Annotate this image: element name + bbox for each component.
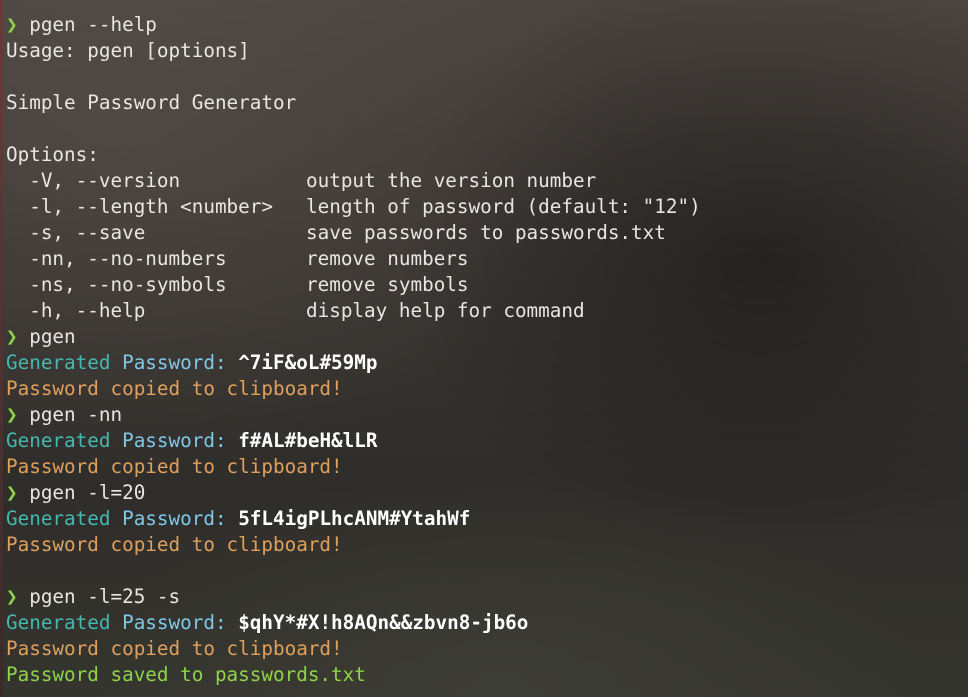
generated-password: 5fL4igPLhcANM#YtahWf [238,507,471,530]
generated-label: Generated [6,507,111,530]
option-desc: remove symbols [306,273,469,296]
command-text: pgen -l=20 [29,481,146,504]
generated-line: Generated Password: ^7iF&oL#59Mp [6,350,968,376]
generated-line: Generated Password: 5fL4igPLhcANM#YtahWf [6,506,968,532]
command-text: pgen -l=25 -s [29,585,181,608]
generated-label: Generated [6,429,111,452]
option-flag: -V, --version [6,169,181,192]
terminal-window[interactable]: ❯ pgen --help Usage: pgen [options] Simp… [0,0,968,697]
command-text: pgen -nn [29,403,123,426]
generated-password: ^7iF&oL#59Mp [238,351,378,374]
option-line: -s, --save save passwords to passwords.tx… [6,220,968,246]
prompt-icon: ❯ [6,481,18,504]
prompt-icon: ❯ [6,325,18,348]
command-line: ❯ pgen --help [6,12,968,38]
option-desc: length of password (default: "12") [306,195,701,218]
option-flag: -ns, --no-symbols [6,273,227,296]
command-text: pgen [29,325,76,348]
generated-password: f#AL#beH&lLR [238,429,378,452]
password-label: Password: [122,611,227,634]
option-line: -V, --version output the version number [6,168,968,194]
description-line: Simple Password Generator [6,91,297,114]
options-header: Options: [6,143,99,166]
option-desc: output the version number [306,169,597,192]
option-desc: remove numbers [306,247,469,270]
command-line: ❯ pgen -nn [6,402,968,428]
option-line: -nn, --no-numbers remove numbers [6,246,968,272]
password-label: Password: [122,429,227,452]
copied-message: Password copied to clipboard! [6,637,343,660]
option-line: -h, --help display help for command [6,298,968,324]
terminal-output: ❯ pgen --help Usage: pgen [options] Simp… [6,12,968,688]
command-line: ❯ pgen -l=25 -s [6,584,968,610]
command-line: ❯ pgen -l=20 [6,480,968,506]
option-flag: -l, --length <number> [6,195,273,218]
saved-message: Password saved to passwords.txt [6,663,366,686]
copied-message: Password copied to clipboard! [6,377,343,400]
generated-line: Generated Password: $qhY*#X!h8AQn&&zbvn8… [6,610,968,636]
generated-line: Generated Password: f#AL#beH&lLR [6,428,968,454]
prompt-icon: ❯ [6,403,18,426]
window-edge [0,0,3,697]
usage-line: Usage: pgen [options] [6,39,250,62]
option-desc: display help for command [306,299,585,322]
generated-label: Generated [6,611,111,634]
prompt-icon: ❯ [6,13,18,36]
copied-message: Password copied to clipboard! [6,533,343,556]
prompt-icon: ❯ [6,585,18,608]
generated-password: $qhY*#X!h8AQn&&zbvn8-jb6o [238,611,529,634]
option-line: -ns, --no-symbols remove symbols [6,272,968,298]
option-flag: -s, --save [6,221,146,244]
command-line: ❯ pgen [6,324,968,350]
generated-label: Generated [6,351,111,374]
password-label: Password: [122,507,227,530]
option-line: -l, --length <number> length of password … [6,194,968,220]
option-flag: -h, --help [6,299,146,322]
copied-message: Password copied to clipboard! [6,455,343,478]
password-label: Password: [122,351,227,374]
option-flag: -nn, --no-numbers [6,247,227,270]
command-text: pgen --help [29,13,157,36]
option-desc: save passwords to passwords.txt [306,221,666,244]
